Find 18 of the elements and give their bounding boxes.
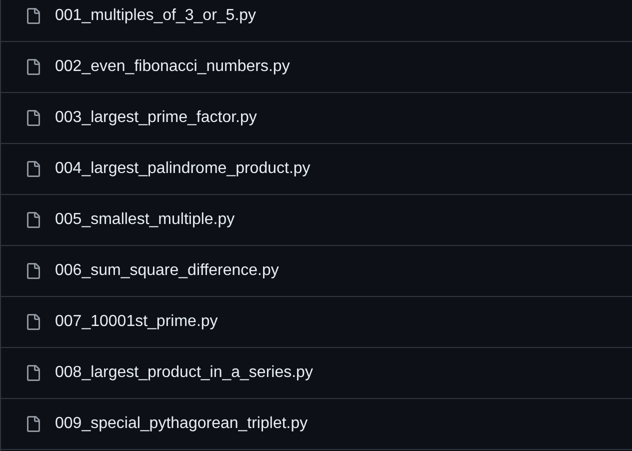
file-link[interactable]: 006_sum_square_difference.py <box>55 259 279 283</box>
file-link[interactable]: 003_largest_prime_factor.py <box>55 106 257 130</box>
file-icon <box>25 110 41 126</box>
file-icon <box>25 314 41 330</box>
file-icon <box>25 365 41 381</box>
file-link[interactable]: 005_smallest_multiple.py <box>55 208 235 232</box>
file-link[interactable]: 008_largest_product_in_a_series.py <box>55 361 313 385</box>
file-icon <box>25 59 41 75</box>
file-icon <box>25 416 41 432</box>
file-icon <box>25 161 41 177</box>
file-link[interactable]: 004_largest_palindrome_product.py <box>55 157 310 181</box>
file-link[interactable]: 007_10001st_prime.py <box>55 310 218 334</box>
file-icon <box>25 8 41 24</box>
file-link[interactable]: 009_special_pythagorean_triplet.py <box>55 412 308 436</box>
file-link[interactable]: 002_even_fibonacci_numbers.py <box>55 55 290 79</box>
file-link[interactable]: 001_multiples_of_3_or_5.py <box>55 4 256 28</box>
file-icon <box>25 212 41 228</box>
file-icon <box>25 263 41 279</box>
